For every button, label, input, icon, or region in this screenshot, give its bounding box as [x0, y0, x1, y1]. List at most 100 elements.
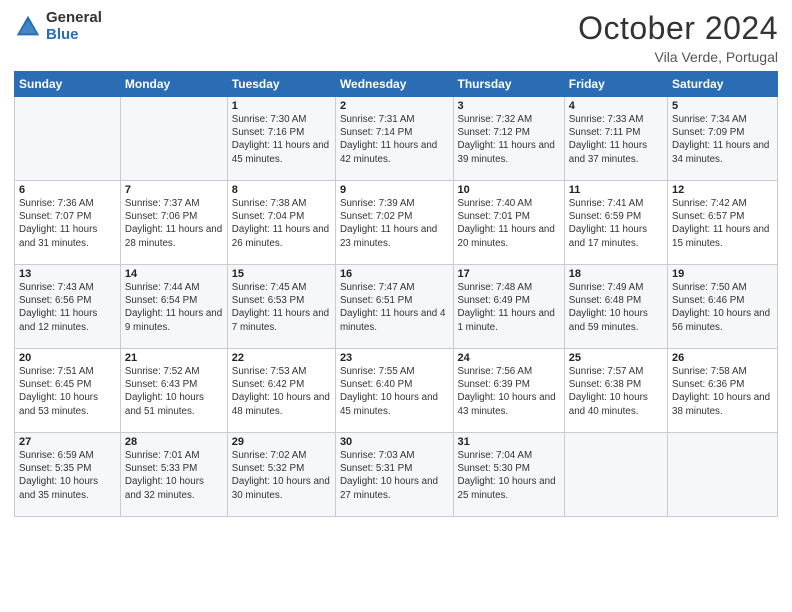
calendar-cell: 30Sunrise: 7:03 AM Sunset: 5:31 PM Dayli…	[335, 433, 453, 517]
calendar-week-row: 6Sunrise: 7:36 AM Sunset: 7:07 PM Daylig…	[15, 181, 778, 265]
calendar-cell: 22Sunrise: 7:53 AM Sunset: 6:42 PM Dayli…	[227, 349, 335, 433]
day-number: 6	[19, 184, 116, 196]
weekday-header-row: SundayMondayTuesdayWednesdayThursdayFrid…	[15, 72, 778, 97]
month-title: October 2024	[578, 10, 778, 47]
calendar-cell: 9Sunrise: 7:39 AM Sunset: 7:02 PM Daylig…	[335, 181, 453, 265]
weekday-header-tuesday: Tuesday	[227, 72, 335, 97]
day-number: 27	[19, 436, 116, 448]
calendar-cell: 19Sunrise: 7:50 AM Sunset: 6:46 PM Dayli…	[668, 265, 778, 349]
day-info: Sunrise: 7:53 AM Sunset: 6:42 PM Dayligh…	[232, 365, 331, 418]
day-number: 1	[232, 100, 331, 112]
calendar-page: General Blue October 2024 Vila Verde, Po…	[0, 0, 792, 612]
day-number: 16	[340, 268, 449, 280]
calendar-cell	[564, 433, 667, 517]
day-info: Sunrise: 7:42 AM Sunset: 6:57 PM Dayligh…	[672, 197, 773, 250]
day-number: 30	[340, 436, 449, 448]
calendar-week-row: 20Sunrise: 7:51 AM Sunset: 6:45 PM Dayli…	[15, 349, 778, 433]
calendar-cell: 24Sunrise: 7:56 AM Sunset: 6:39 PM Dayli…	[453, 349, 564, 433]
day-info: Sunrise: 7:32 AM Sunset: 7:12 PM Dayligh…	[458, 113, 560, 166]
day-info: Sunrise: 7:41 AM Sunset: 6:59 PM Dayligh…	[569, 197, 663, 250]
day-info: Sunrise: 7:04 AM Sunset: 5:30 PM Dayligh…	[458, 449, 560, 502]
calendar-cell	[15, 97, 121, 181]
day-number: 14	[125, 268, 223, 280]
day-info: Sunrise: 7:44 AM Sunset: 6:54 PM Dayligh…	[125, 281, 223, 334]
calendar-cell: 26Sunrise: 7:58 AM Sunset: 6:36 PM Dayli…	[668, 349, 778, 433]
calendar-cell: 1Sunrise: 7:30 AM Sunset: 7:16 PM Daylig…	[227, 97, 335, 181]
weekday-header-saturday: Saturday	[668, 72, 778, 97]
day-info: Sunrise: 7:01 AM Sunset: 5:33 PM Dayligh…	[125, 449, 223, 502]
day-info: Sunrise: 7:31 AM Sunset: 7:14 PM Dayligh…	[340, 113, 449, 166]
day-number: 12	[672, 184, 773, 196]
calendar-cell: 13Sunrise: 7:43 AM Sunset: 6:56 PM Dayli…	[15, 265, 121, 349]
calendar-cell: 29Sunrise: 7:02 AM Sunset: 5:32 PM Dayli…	[227, 433, 335, 517]
calendar-cell: 21Sunrise: 7:52 AM Sunset: 6:43 PM Dayli…	[120, 349, 227, 433]
calendar-week-row: 1Sunrise: 7:30 AM Sunset: 7:16 PM Daylig…	[15, 97, 778, 181]
weekday-header-thursday: Thursday	[453, 72, 564, 97]
day-info: Sunrise: 7:03 AM Sunset: 5:31 PM Dayligh…	[340, 449, 449, 502]
day-info: Sunrise: 7:45 AM Sunset: 6:53 PM Dayligh…	[232, 281, 331, 334]
day-info: Sunrise: 7:30 AM Sunset: 7:16 PM Dayligh…	[232, 113, 331, 166]
day-number: 25	[569, 352, 663, 364]
day-number: 5	[672, 100, 773, 112]
calendar-table: SundayMondayTuesdayWednesdayThursdayFrid…	[14, 71, 778, 517]
page-header: General Blue October 2024 Vila Verde, Po…	[14, 10, 778, 65]
day-number: 10	[458, 184, 560, 196]
calendar-week-row: 27Sunrise: 6:59 AM Sunset: 5:35 PM Dayli…	[15, 433, 778, 517]
calendar-cell: 18Sunrise: 7:49 AM Sunset: 6:48 PM Dayli…	[564, 265, 667, 349]
day-number: 17	[458, 268, 560, 280]
calendar-cell: 3Sunrise: 7:32 AM Sunset: 7:12 PM Daylig…	[453, 97, 564, 181]
day-number: 31	[458, 436, 560, 448]
calendar-cell: 31Sunrise: 7:04 AM Sunset: 5:30 PM Dayli…	[453, 433, 564, 517]
day-number: 9	[340, 184, 449, 196]
calendar-cell: 2Sunrise: 7:31 AM Sunset: 7:14 PM Daylig…	[335, 97, 453, 181]
logo-text: General Blue	[46, 10, 102, 43]
day-info: Sunrise: 7:37 AM Sunset: 7:06 PM Dayligh…	[125, 197, 223, 250]
day-info: Sunrise: 7:55 AM Sunset: 6:40 PM Dayligh…	[340, 365, 449, 418]
day-info: Sunrise: 7:50 AM Sunset: 6:46 PM Dayligh…	[672, 281, 773, 334]
location-text: Vila Verde, Portugal	[578, 49, 778, 65]
day-info: Sunrise: 7:33 AM Sunset: 7:11 PM Dayligh…	[569, 113, 663, 166]
day-number: 22	[232, 352, 331, 364]
calendar-cell: 16Sunrise: 7:47 AM Sunset: 6:51 PM Dayli…	[335, 265, 453, 349]
day-number: 7	[125, 184, 223, 196]
calendar-cell: 11Sunrise: 7:41 AM Sunset: 6:59 PM Dayli…	[564, 181, 667, 265]
day-info: Sunrise: 7:39 AM Sunset: 7:02 PM Dayligh…	[340, 197, 449, 250]
day-number: 26	[672, 352, 773, 364]
calendar-cell: 28Sunrise: 7:01 AM Sunset: 5:33 PM Dayli…	[120, 433, 227, 517]
calendar-cell: 6Sunrise: 7:36 AM Sunset: 7:07 PM Daylig…	[15, 181, 121, 265]
calendar-cell: 10Sunrise: 7:40 AM Sunset: 7:01 PM Dayli…	[453, 181, 564, 265]
day-info: Sunrise: 6:59 AM Sunset: 5:35 PM Dayligh…	[19, 449, 116, 502]
day-info: Sunrise: 7:57 AM Sunset: 6:38 PM Dayligh…	[569, 365, 663, 418]
day-number: 19	[672, 268, 773, 280]
day-number: 20	[19, 352, 116, 364]
day-number: 15	[232, 268, 331, 280]
day-info: Sunrise: 7:36 AM Sunset: 7:07 PM Dayligh…	[19, 197, 116, 250]
title-block: October 2024 Vila Verde, Portugal	[578, 10, 778, 65]
day-info: Sunrise: 7:48 AM Sunset: 6:49 PM Dayligh…	[458, 281, 560, 334]
day-number: 3	[458, 100, 560, 112]
calendar-cell: 12Sunrise: 7:42 AM Sunset: 6:57 PM Dayli…	[668, 181, 778, 265]
weekday-header-monday: Monday	[120, 72, 227, 97]
logo-icon	[14, 13, 42, 41]
calendar-cell: 20Sunrise: 7:51 AM Sunset: 6:45 PM Dayli…	[15, 349, 121, 433]
calendar-cell: 4Sunrise: 7:33 AM Sunset: 7:11 PM Daylig…	[564, 97, 667, 181]
weekday-header-wednesday: Wednesday	[335, 72, 453, 97]
day-info: Sunrise: 7:40 AM Sunset: 7:01 PM Dayligh…	[458, 197, 560, 250]
logo-blue-text: Blue	[46, 27, 102, 44]
calendar-cell: 5Sunrise: 7:34 AM Sunset: 7:09 PM Daylig…	[668, 97, 778, 181]
logo-general-text: General	[46, 10, 102, 27]
calendar-cell: 17Sunrise: 7:48 AM Sunset: 6:49 PM Dayli…	[453, 265, 564, 349]
day-info: Sunrise: 7:58 AM Sunset: 6:36 PM Dayligh…	[672, 365, 773, 418]
day-number: 23	[340, 352, 449, 364]
calendar-cell: 23Sunrise: 7:55 AM Sunset: 6:40 PM Dayli…	[335, 349, 453, 433]
calendar-cell: 25Sunrise: 7:57 AM Sunset: 6:38 PM Dayli…	[564, 349, 667, 433]
day-info: Sunrise: 7:47 AM Sunset: 6:51 PM Dayligh…	[340, 281, 449, 334]
logo: General Blue	[14, 10, 102, 43]
day-info: Sunrise: 7:38 AM Sunset: 7:04 PM Dayligh…	[232, 197, 331, 250]
calendar-cell	[668, 433, 778, 517]
calendar-week-row: 13Sunrise: 7:43 AM Sunset: 6:56 PM Dayli…	[15, 265, 778, 349]
day-info: Sunrise: 7:02 AM Sunset: 5:32 PM Dayligh…	[232, 449, 331, 502]
day-number: 28	[125, 436, 223, 448]
weekday-header-sunday: Sunday	[15, 72, 121, 97]
calendar-cell: 7Sunrise: 7:37 AM Sunset: 7:06 PM Daylig…	[120, 181, 227, 265]
